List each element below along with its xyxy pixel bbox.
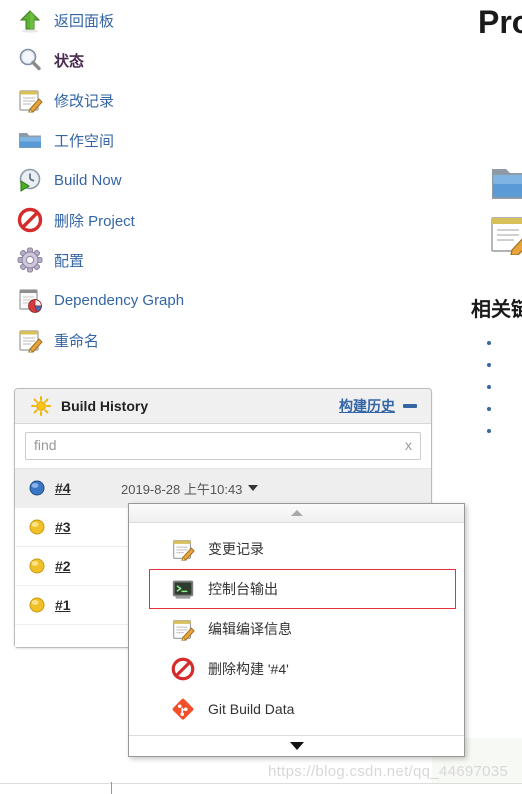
menu-item-delete-build[interactable]: 删除构建 '#4' <box>137 649 456 689</box>
text-caret <box>111 782 112 794</box>
menu-item-edit-build-information[interactable]: 编辑编译信息 <box>137 609 456 649</box>
chevron-down-icon[interactable] <box>248 485 259 491</box>
sidebar-item-label: 返回面板 <box>54 12 115 30</box>
folder-icon <box>16 126 44 154</box>
build-date: 2019-8-28 上午10:43 <box>121 481 243 497</box>
yellow-ball-icon <box>29 558 45 574</box>
build-number-link[interactable]: #4 <box>55 480 121 496</box>
menu-item-label: Git Build Data <box>208 701 295 717</box>
build-number-link[interactable]: #3 <box>55 519 121 535</box>
sidebar-item-status[interactable]: 状态 <box>0 40 240 80</box>
menu-item-git-build-data[interactable]: Git Build Data <box>137 689 456 729</box>
magnifier-icon <box>16 46 44 74</box>
yellow-ball-icon <box>29 519 45 535</box>
sidebar-task-list: 返回面板 状态 修改记录 工作空间 Build Now 删除 Project 配… <box>0 0 240 360</box>
menu-scroll-up-button[interactable] <box>129 504 464 523</box>
chevron-up-icon <box>290 510 303 516</box>
sidebar-item-label: 状态 <box>54 52 85 70</box>
workspace-folder-icon[interactable] <box>490 163 522 206</box>
sidebar-item-label: Dependency Graph <box>54 291 185 309</box>
page-title: Pro <box>478 4 522 40</box>
sidebar-item-label: 重命名 <box>54 332 100 350</box>
build-number-link[interactable]: #2 <box>55 558 121 574</box>
sidebar-item-back-to-dashboard[interactable]: 返回面板 <box>0 0 240 40</box>
chevron-down-icon <box>289 742 304 750</box>
menu-item-label: 变更记录 <box>208 541 264 557</box>
build-number-link[interactable]: #1 <box>55 597 121 613</box>
watermark-text: https://blog.csdn.net/qq_44697035 <box>268 763 509 780</box>
blue-ball-icon <box>29 480 45 496</box>
sidebar-item-delete-project[interactable]: 删除 Project <box>0 200 240 240</box>
search-input[interactable] <box>26 433 372 457</box>
sidebar-item-label: 配置 <box>54 252 85 270</box>
sidebar-item-label: 修改记录 <box>54 92 115 110</box>
sidebar-item-configure[interactable]: 配置 <box>0 240 240 280</box>
build-history-title: Build History <box>61 398 149 414</box>
sidebar-item-workspace[interactable]: 工作空间 <box>0 120 240 160</box>
no-entry-icon <box>170 656 196 682</box>
related-links-list <box>472 332 502 442</box>
sidebar-item-label: Build Now <box>54 171 122 189</box>
context-menu-items: 变更记录 控制台输出 编辑编译信息 删除构建 '#4' Git Build Da… <box>129 523 464 735</box>
green-up-arrow-icon <box>16 6 44 34</box>
sidebar-item-rename[interactable]: 重命名 <box>0 320 240 360</box>
clock-play-icon <box>16 166 44 194</box>
sidebar-item-label: 删除 Project <box>54 212 135 230</box>
sidebar-item-changes[interactable]: 修改记录 <box>0 80 240 120</box>
sidebar-item-dependency-graph[interactable]: Dependency Graph <box>0 280 240 320</box>
notepad-pencil-icon[interactable] <box>490 213 522 258</box>
sidebar-item-label: 工作空间 <box>54 132 115 150</box>
no-entry-icon <box>16 206 44 234</box>
menu-item-label: 控制台输出 <box>208 581 278 597</box>
notepad-pencil-icon <box>170 616 196 642</box>
build-history-search-box[interactable]: x <box>25 432 421 460</box>
terminal-icon <box>170 576 196 602</box>
menu-item-console-output[interactable]: 控制台输出 <box>149 569 456 609</box>
git-icon <box>170 696 196 722</box>
collapse-icon[interactable] <box>403 404 417 408</box>
related-links-title: 相关链 <box>471 299 522 321</box>
horizontal-divider <box>0 783 522 784</box>
build-context-menu: 变更记录 控制台输出 编辑编译信息 删除构建 '#4' Git Build Da… <box>128 503 465 757</box>
notepad-pencil-icon <box>16 326 44 354</box>
build-history-title-zh-link[interactable]: 构建历史 <box>339 396 395 416</box>
menu-item-label: 删除构建 '#4' <box>208 661 289 677</box>
sun-icon <box>31 396 51 416</box>
menu-item-label: 编辑编译信息 <box>208 621 292 637</box>
sidebar-item-build-now[interactable]: Build Now <box>0 160 240 200</box>
chart-pie-icon <box>16 286 44 314</box>
notepad-pencil-icon <box>16 86 44 114</box>
build-history-header: Build History 构建历史 <box>15 389 431 424</box>
notepad-pencil-icon <box>170 536 196 562</box>
menu-item-changes[interactable]: 变更记录 <box>137 529 456 569</box>
gear-icon <box>16 246 44 274</box>
build-history-search-wrap: x <box>15 424 431 468</box>
menu-scroll-down-button[interactable] <box>129 735 464 756</box>
clear-search-icon[interactable]: x <box>405 437 412 453</box>
yellow-ball-icon <box>29 597 45 613</box>
